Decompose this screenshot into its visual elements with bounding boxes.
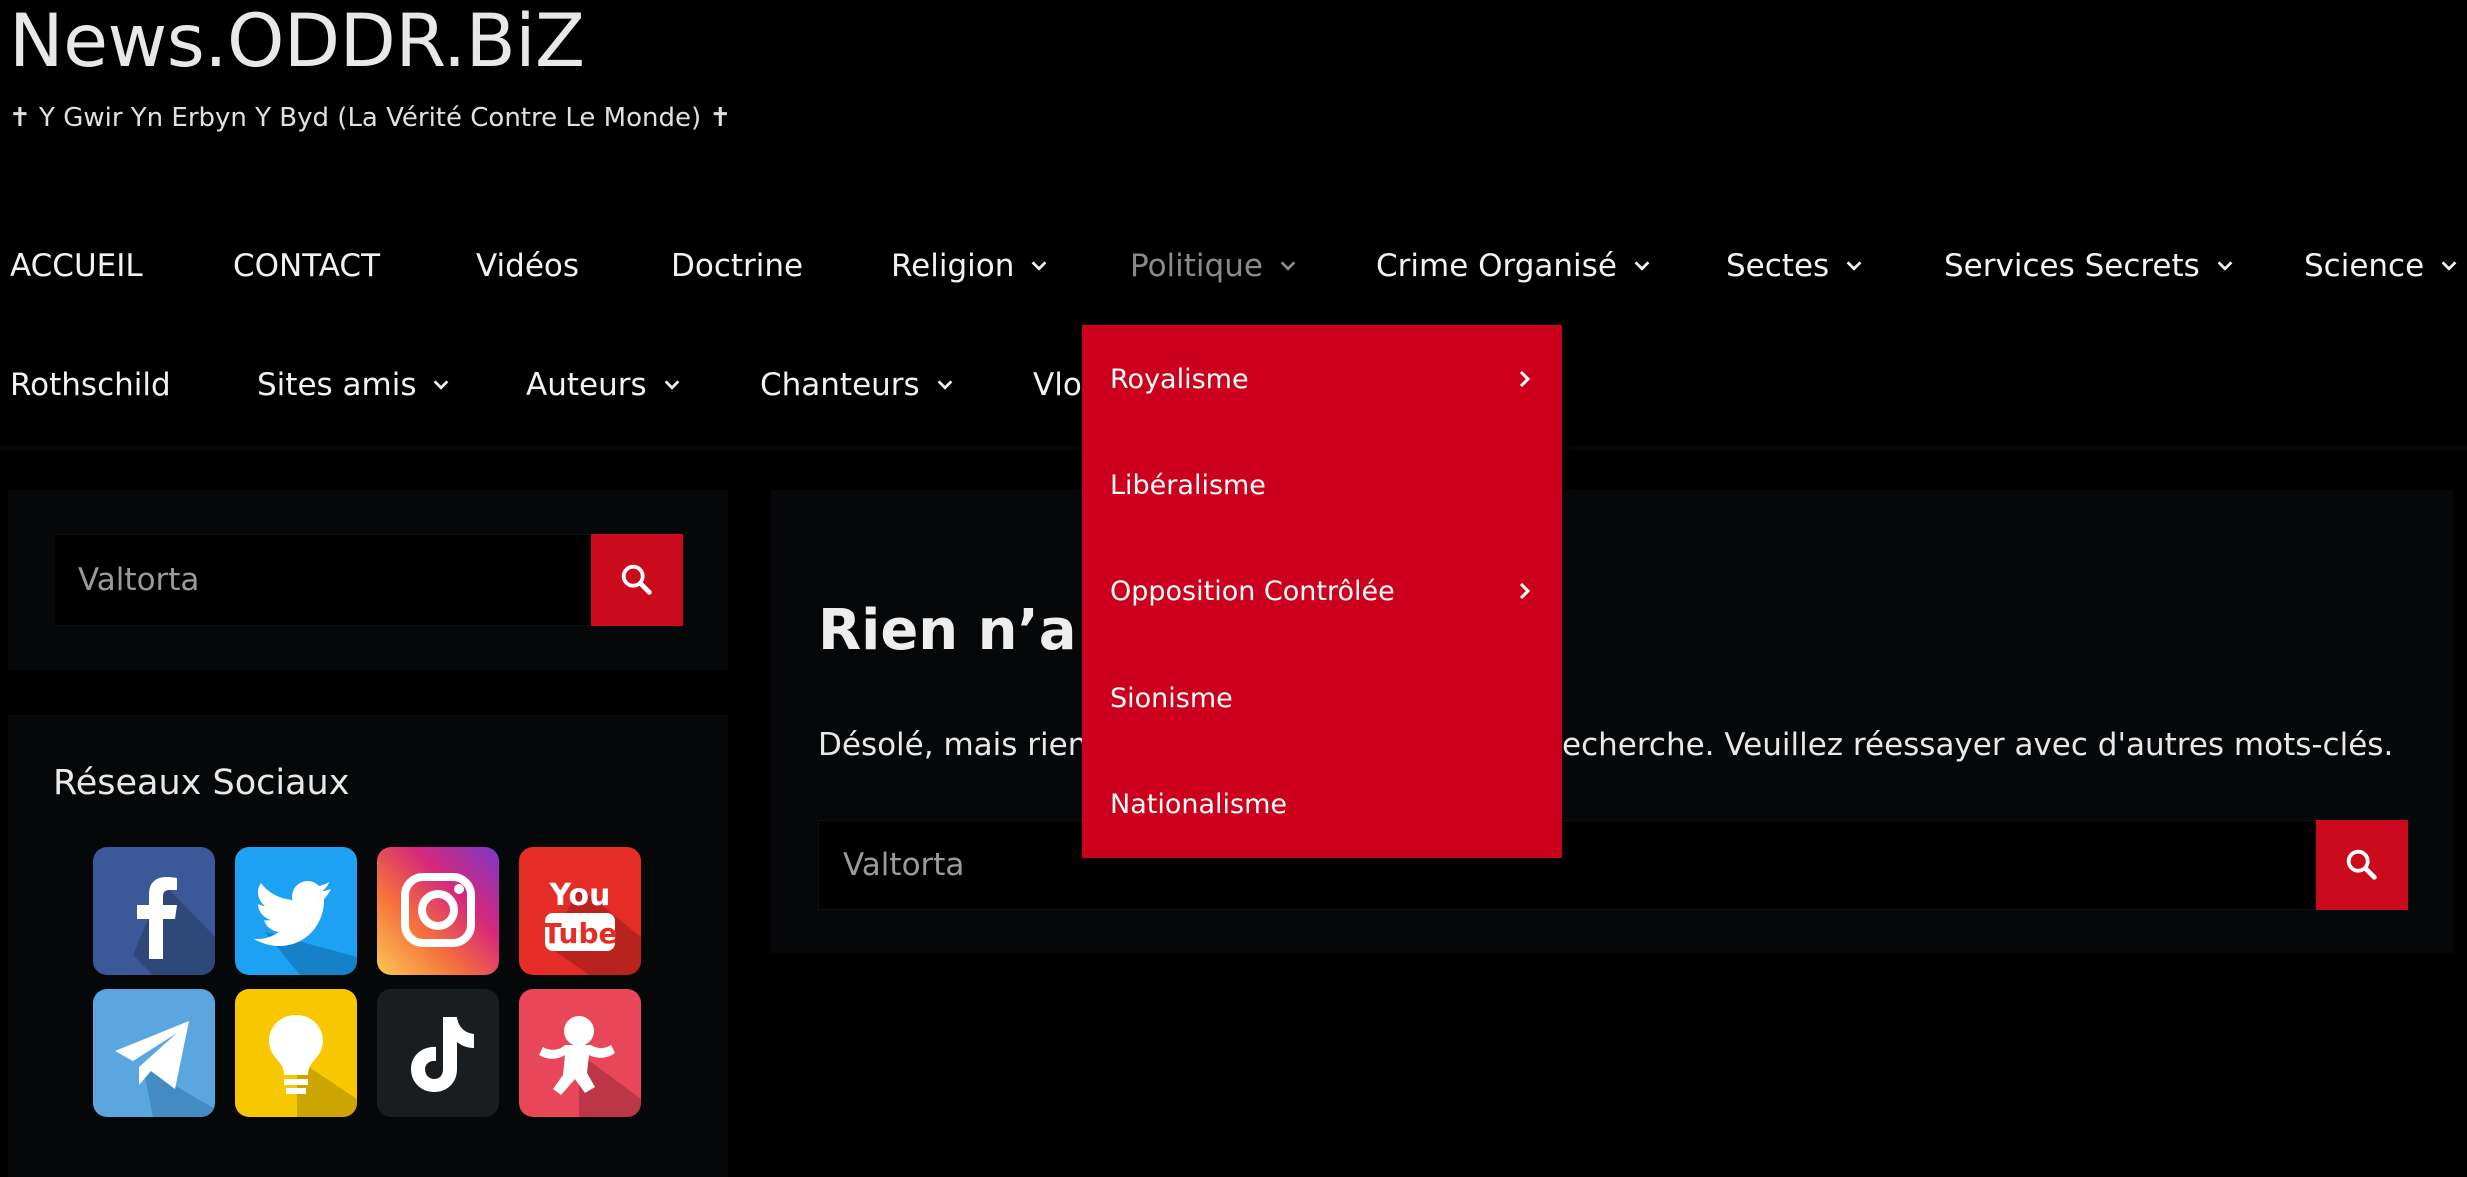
nav-label: Doctrine	[671, 248, 804, 284]
social-widget-title: Réseaux Sociaux	[53, 763, 350, 803]
chevron-right-icon	[1519, 370, 1531, 388]
nav-label: ACCUEIL	[10, 248, 143, 284]
nav-label: Religion	[891, 248, 1015, 284]
nav-item-rothschild[interactable]: Rothschild	[10, 355, 171, 415]
search-icon	[621, 564, 652, 595]
nav-label: Rothschild	[10, 367, 171, 403]
lightbulb-icon[interactable]	[235, 989, 357, 1117]
nav-item-vlogs[interactable]: Vlo	[1033, 355, 1082, 415]
no-results-message-end: echerche. Veuillez réessayer avec d'autr…	[1562, 727, 2394, 763]
main-search-input[interactable]: Valtorta	[818, 820, 2318, 910]
nav-item-sectes[interactable]: Sectes	[1726, 236, 1865, 296]
nav-label: Services Secrets	[1944, 248, 2200, 284]
politique-dropdown-menu: Royalisme Libéralisme Opposition Contrôl…	[1082, 325, 1562, 858]
facebook-icon[interactable]	[93, 847, 215, 975]
search-icon	[2346, 849, 2377, 880]
nav-item-science[interactable]: Science	[2304, 236, 2460, 296]
chevron-right-icon	[1519, 582, 1531, 600]
nav-label: Sites amis	[257, 367, 417, 403]
dropdown-item-sionisme[interactable]: Sionisme	[1110, 668, 1534, 728]
nav-item-sites-amis[interactable]: Sites amis	[257, 355, 452, 415]
svg-text:You: You	[549, 878, 611, 913]
chevron-down-icon	[661, 374, 683, 396]
nav-label: Chanteurs	[760, 367, 920, 403]
nav-item-auteurs[interactable]: Auteurs	[526, 355, 683, 415]
chevron-down-icon	[934, 374, 956, 396]
dropdown-item-opposition-controlee[interactable]: Opposition Contrôlée	[1110, 561, 1534, 621]
nav-item-politique[interactable]: Politique	[1130, 236, 1299, 296]
dropdown-item-royalisme[interactable]: Royalisme	[1110, 349, 1534, 409]
sidebar-search-button[interactable]	[591, 534, 683, 626]
astronaut-icon[interactable]	[519, 989, 641, 1117]
telegram-icon[interactable]	[93, 989, 215, 1117]
chevron-down-icon	[430, 374, 452, 396]
dropdown-item-label: Opposition Contrôlée	[1110, 575, 1395, 607]
dropdown-item-label: Sionisme	[1110, 682, 1233, 714]
nav-label: CONTACT	[233, 248, 381, 284]
chevron-down-icon	[1843, 255, 1865, 277]
youtube-icon[interactable]: You Tube	[519, 847, 641, 975]
nav-item-religion[interactable]: Religion	[891, 236, 1050, 296]
nav-item-accueil[interactable]: ACCUEIL	[10, 236, 143, 296]
nav-label: Politique	[1130, 248, 1263, 284]
site-title[interactable]: News.ODDR.BiZ	[9, 0, 585, 84]
dropdown-item-label: Royalisme	[1110, 363, 1249, 395]
no-results-message-start: Désolé, mais rien n	[818, 727, 1117, 763]
chevron-down-icon	[2438, 255, 2460, 277]
nav-label: Crime Organisé	[1376, 248, 1617, 284]
twitter-icon[interactable]	[235, 847, 357, 975]
nav-item-doctrine[interactable]: Doctrine	[671, 236, 803, 296]
sidebar-social-widget: Réseaux Sociaux You Tube	[8, 715, 728, 1177]
main-content: Rien n’a é Désolé, mais rien n echerche.…	[771, 490, 2453, 953]
chevron-down-icon	[2214, 255, 2236, 277]
nav-item-videos[interactable]: Vidéos	[476, 236, 579, 296]
nav-label: Sectes	[1726, 248, 1830, 284]
instagram-icon[interactable]	[377, 847, 499, 975]
nav-item-chanteurs[interactable]: Chanteurs	[760, 355, 956, 415]
nav-label: Vidéos	[476, 248, 580, 284]
chevron-down-icon	[1028, 255, 1050, 277]
nav-item-contact[interactable]: CONTACT	[233, 236, 380, 296]
sidebar-search-widget: Valtorta	[8, 490, 728, 670]
nav-label: Auteurs	[526, 367, 647, 403]
chevron-down-icon	[1277, 255, 1299, 277]
nav-label: Science	[2304, 248, 2425, 284]
sidebar-search-input[interactable]: Valtorta	[53, 534, 593, 626]
dropdown-item-liberalisme[interactable]: Libéralisme	[1110, 455, 1534, 515]
nav-item-services-secrets[interactable]: Services Secrets	[1944, 236, 2236, 296]
dropdown-item-nationalisme[interactable]: Nationalisme	[1110, 774, 1534, 834]
chevron-down-icon	[1631, 255, 1653, 277]
nav-item-crime-organise[interactable]: Crime Organisé	[1376, 236, 1653, 296]
tiktok-icon[interactable]	[377, 989, 499, 1117]
site-description: ✝ Y Gwir Yn Erbyn Y Byd (La Vérité Contr…	[9, 103, 732, 133]
dropdown-item-label: Nationalisme	[1110, 788, 1287, 820]
svg-text:Tube: Tube	[543, 917, 618, 950]
dropdown-item-label: Libéralisme	[1110, 469, 1266, 501]
main-search-button[interactable]	[2316, 820, 2408, 910]
nav-label: Vlo	[1033, 367, 1082, 403]
